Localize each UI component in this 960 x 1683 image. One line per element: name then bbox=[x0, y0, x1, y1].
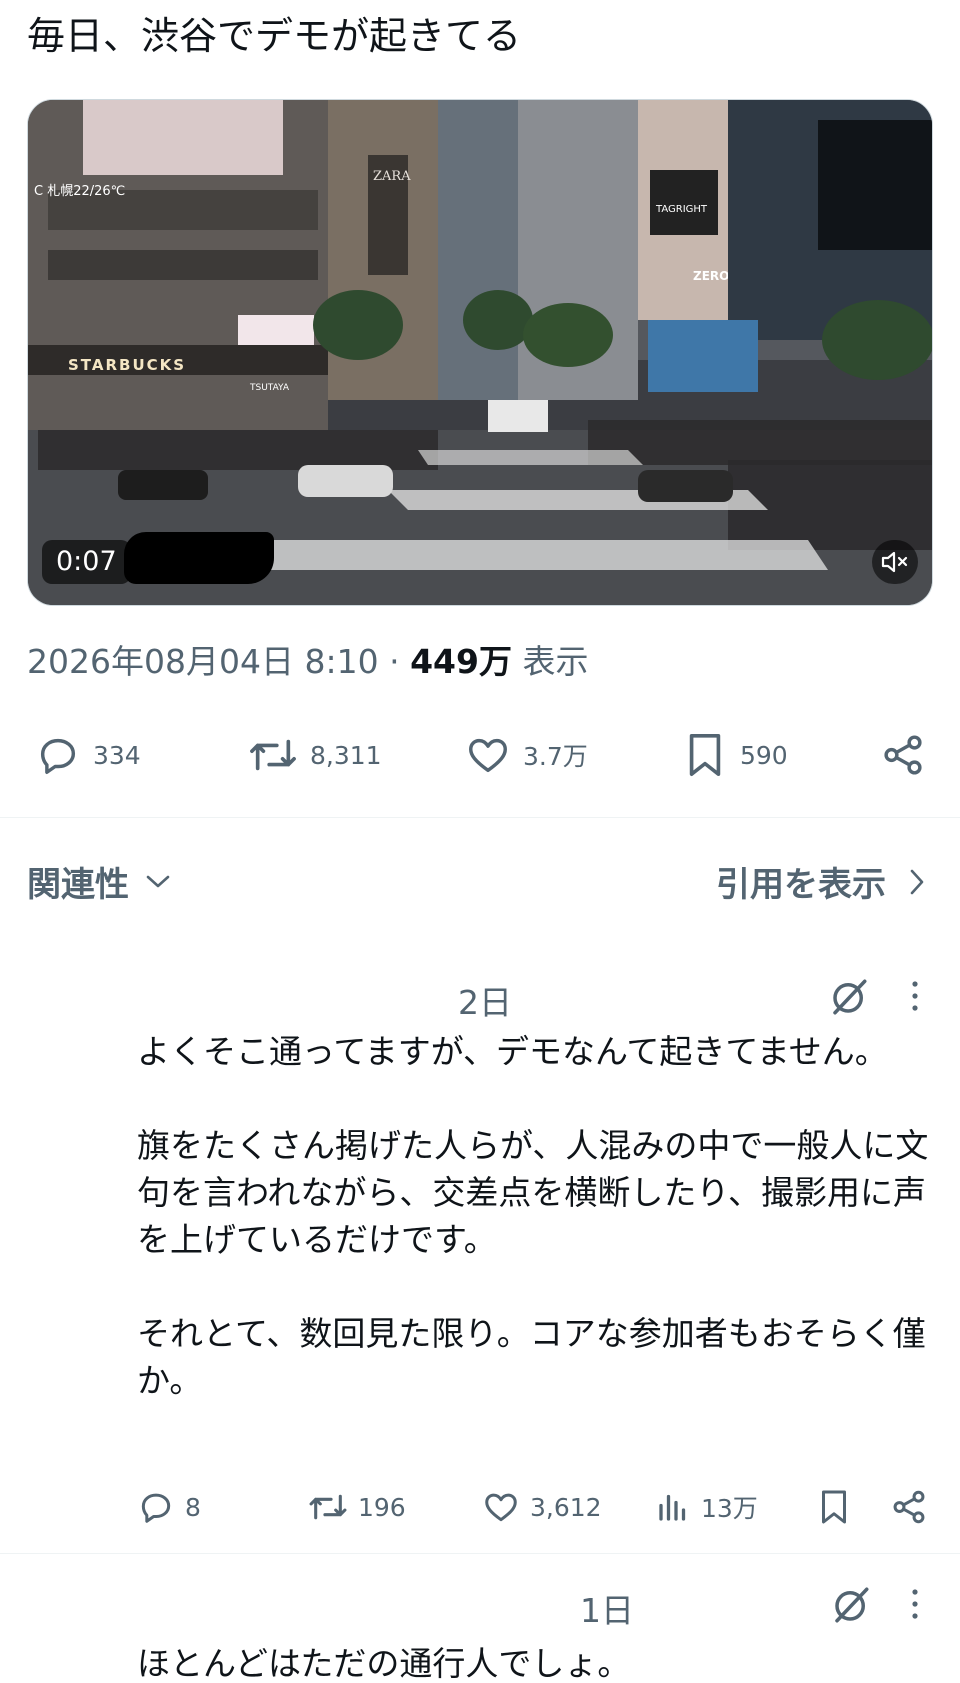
post-timestamp[interactable]: 2026年08月04日 8:10 bbox=[27, 642, 379, 681]
reply-time: 2日 bbox=[458, 983, 512, 1022]
repost-icon bbox=[250, 739, 296, 771]
speaker-muted-icon bbox=[881, 551, 908, 573]
ad-sign: TAGRIGHT bbox=[655, 204, 708, 215]
share-icon bbox=[893, 1490, 925, 1524]
share-icon bbox=[884, 735, 922, 775]
reply-repost-button[interactable]: 196 bbox=[308, 1477, 406, 1537]
reply-button[interactable]: 334 bbox=[35, 722, 141, 788]
meta-separator: · bbox=[389, 642, 400, 681]
storefront-sign: STARBUCKS bbox=[68, 356, 186, 374]
like-button[interactable]: 3.7万 bbox=[465, 722, 588, 788]
repost-button[interactable]: 8,311 bbox=[248, 722, 382, 788]
more-options-icon[interactable] bbox=[904, 978, 926, 1014]
bookmark-icon bbox=[822, 1490, 846, 1524]
ad-sign-2: ZERO bbox=[693, 269, 729, 283]
store-sign: TSUTAYA bbox=[249, 383, 290, 393]
bookmark-button[interactable]: 590 bbox=[682, 722, 788, 788]
reply-time: 1日 bbox=[580, 1591, 634, 1630]
reply-text-content: よくそこ通ってますが、デモなんて起きてません。 旗をたくさん掲げた人らが、人混み… bbox=[137, 1032, 929, 1400]
video-duration: 0:07 bbox=[42, 540, 131, 584]
sort-label: 関連性 bbox=[27, 865, 129, 905]
reply-like-count: 3,612 bbox=[530, 1492, 602, 1522]
bookmark-icon bbox=[689, 734, 721, 776]
redacted-overlay bbox=[124, 532, 274, 584]
more-options-icon[interactable] bbox=[904, 1586, 926, 1622]
reply-divider bbox=[0, 1553, 960, 1554]
section-divider bbox=[0, 817, 960, 818]
grok-icon[interactable] bbox=[828, 976, 870, 1018]
sort-dropdown[interactable]: 関連性 bbox=[27, 857, 173, 906]
chevron-down-icon bbox=[146, 875, 170, 887]
view-quotes-label: 引用を表示 bbox=[716, 865, 886, 905]
video-frame: C 札幌22/26℃ STARBUCKS TSUTAYA ZARA TAGRIG… bbox=[28, 100, 932, 605]
reply-text: ほとんどはただの通行人でしょ。 bbox=[137, 1640, 937, 1683]
like-count: 3.7万 bbox=[523, 742, 588, 771]
heart-icon bbox=[469, 738, 507, 773]
reply-share-button[interactable] bbox=[890, 1477, 938, 1537]
grok-icon[interactable] bbox=[830, 1584, 872, 1626]
post-meta: 2026年08月04日 8:10 · 449万 表示 bbox=[27, 640, 588, 684]
repost-icon bbox=[309, 1494, 347, 1520]
heart-icon bbox=[485, 1493, 517, 1522]
reply-repost-count: 196 bbox=[358, 1492, 406, 1522]
reply-views-count: 13万 bbox=[701, 1494, 758, 1523]
post-action-bar: 334 8,311 3.7万 590 bbox=[0, 722, 960, 788]
reply-bookmark-button[interactable] bbox=[816, 1477, 862, 1537]
reply-icon bbox=[40, 738, 76, 774]
building-sign: ZARA bbox=[373, 169, 411, 184]
views-count: 449万 bbox=[410, 642, 512, 681]
views-bar-chart-icon bbox=[659, 1494, 686, 1521]
video-player[interactable]: C 札幌22/26℃ STARBUCKS TSUTAYA ZARA TAGRIG… bbox=[27, 99, 933, 606]
reply-text-content: ほとんどはただの通行人でしょ。 bbox=[137, 1644, 631, 1683]
mute-button[interactable] bbox=[872, 540, 918, 584]
reply-like-button[interactable]: 3,612 bbox=[482, 1477, 602, 1537]
reply-text: よくそこ通ってますが、デモなんて起きてません。 旗をたくさん掲げた人らが、人混み… bbox=[137, 1028, 937, 1404]
reply-count: 334 bbox=[93, 740, 141, 770]
chevron-right-icon bbox=[910, 869, 924, 894]
repost-count: 8,311 bbox=[310, 740, 382, 770]
views-label: 表示 bbox=[522, 642, 589, 681]
share-button[interactable] bbox=[880, 722, 938, 788]
reply-reply-count: 8 bbox=[185, 1492, 201, 1522]
reply-views-button[interactable]: 13万 bbox=[655, 1477, 758, 1537]
reply-action-bar: 8 196 3,612 13万 bbox=[0, 1477, 960, 1537]
reply-reply-button[interactable]: 8 bbox=[137, 1477, 201, 1537]
view-quotes-link[interactable]: 引用を表示 bbox=[716, 857, 926, 906]
post-text: 毎日、渋谷でデモが起きてる bbox=[27, 14, 522, 58]
billboard-text: C 札幌22/26℃ bbox=[34, 183, 125, 199]
reply-icon bbox=[141, 1493, 171, 1523]
bookmark-count: 590 bbox=[740, 740, 788, 770]
